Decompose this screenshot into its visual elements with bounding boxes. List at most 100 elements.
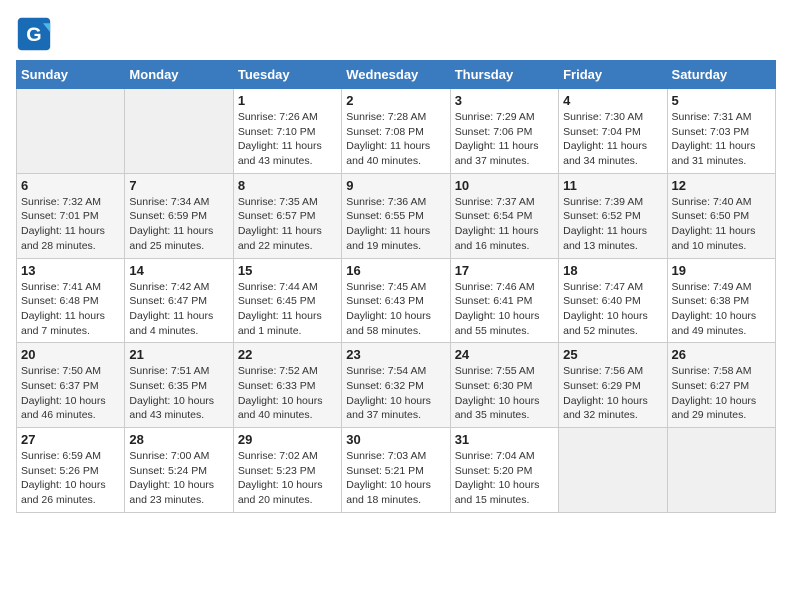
day-number: 6 [21,178,120,193]
calendar-cell: 29 Sunrise: 7:02 AMSunset: 5:23 PMDayligh… [233,428,341,513]
day-detail: Sunrise: 7:39 AMSunset: 6:52 PMDaylight:… [563,195,662,254]
calendar-week-5: 27 Sunrise: 6:59 AMSunset: 5:26 PMDayligh… [17,428,776,513]
day-number: 18 [563,263,662,278]
day-detail: Sunrise: 7:04 AMSunset: 5:20 PMDaylight:… [455,449,554,508]
day-detail: Sunrise: 7:46 AMSunset: 6:41 PMDaylight:… [455,280,554,339]
day-number: 23 [346,347,445,362]
svg-text:G: G [26,24,41,46]
calendar-table: SundayMondayTuesdayWednesdayThursdayFrid… [16,60,776,513]
day-detail: Sunrise: 7:00 AMSunset: 5:24 PMDaylight:… [129,449,228,508]
calendar-cell: 17Sunrise: 7:46 AMSunset: 6:41 PMDayligh… [450,258,558,343]
calendar-cell: 2Sunrise: 7:28 AMSunset: 7:08 PMDaylight… [342,89,450,174]
day-detail: Sunrise: 7:26 AMSunset: 7:10 PMDaylight:… [238,110,337,169]
calendar-cell: 6 Sunrise: 7:32 AMSunset: 7:01 PMDaylight… [17,173,125,258]
day-number: 3 [455,93,554,108]
day-detail: Sunrise: 7:03 AMSunset: 5:21 PMDaylight:… [346,449,445,508]
day-detail: Sunrise: 7:31 AMSunset: 7:03 PMDaylight:… [672,110,771,169]
day-detail: Sunrise: 7:34 AMSunset: 6:59 PMDaylight:… [129,195,228,254]
day-detail: Sunrise: 7:50 AMSunset: 6:37 PMDaylight:… [21,364,120,423]
calendar-cell [125,89,233,174]
calendar-week-3: 13Sunrise: 7:41 AMSunset: 6:48 PMDayligh… [17,258,776,343]
weekday-header-thursday: Thursday [450,61,558,89]
calendar-cell: 8 Sunrise: 7:35 AMSunset: 6:57 PMDaylight… [233,173,341,258]
calendar-cell: 30 Sunrise: 7:03 AMSunset: 5:21 PMDayligh… [342,428,450,513]
day-number: 13 [21,263,120,278]
calendar-cell [17,89,125,174]
day-detail: Sunrise: 7:44 AMSunset: 6:45 PMDaylight:… [238,280,337,339]
day-detail: Sunrise: 7:58 AMSunset: 6:27 PMDaylight:… [672,364,771,423]
day-number: 25 [563,347,662,362]
day-detail: Sunrise: 7:54 AMSunset: 6:32 PMDaylight:… [346,364,445,423]
day-detail: Sunrise: 7:29 AMSunset: 7:06 PMDaylight:… [455,110,554,169]
day-number: 20 [21,347,120,362]
day-number: 27 [21,432,120,447]
logo: G [16,16,56,52]
day-number: 8 [238,178,337,193]
day-detail: Sunrise: 7:51 AMSunset: 6:35 PMDaylight:… [129,364,228,423]
day-number: 16 [346,263,445,278]
day-detail: Sunrise: 7:49 AMSunset: 6:38 PMDaylight:… [672,280,771,339]
calendar-cell: 23 Sunrise: 7:54 AMSunset: 6:32 PMDayligh… [342,343,450,428]
day-number: 14 [129,263,228,278]
calendar-cell: 26 Sunrise: 7:58 AMSunset: 6:27 PMDayligh… [667,343,775,428]
day-number: 30 [346,432,445,447]
day-detail: Sunrise: 7:40 AMSunset: 6:50 PMDaylight:… [672,195,771,254]
calendar-cell: 7 Sunrise: 7:34 AMSunset: 6:59 PMDaylight… [125,173,233,258]
day-number: 31 [455,432,554,447]
day-detail: Sunrise: 7:28 AMSunset: 7:08 PMDaylight:… [346,110,445,169]
calendar-cell: 4Sunrise: 7:30 AMSunset: 7:04 PMDaylight… [559,89,667,174]
day-detail: Sunrise: 7:52 AMSunset: 6:33 PMDaylight:… [238,364,337,423]
day-number: 15 [238,263,337,278]
day-number: 29 [238,432,337,447]
calendar-cell: 31 Sunrise: 7:04 AMSunset: 5:20 PMDayligh… [450,428,558,513]
day-detail: Sunrise: 7:02 AMSunset: 5:23 PMDaylight:… [238,449,337,508]
calendar-cell: 27 Sunrise: 6:59 AMSunset: 5:26 PMDayligh… [17,428,125,513]
calendar-cell: 28 Sunrise: 7:00 AMSunset: 5:24 PMDayligh… [125,428,233,513]
day-number: 5 [672,93,771,108]
calendar-week-1: 1 Sunrise: 7:26 AMSunset: 7:10 PMDaylight… [17,89,776,174]
calendar-cell: 22 Sunrise: 7:52 AMSunset: 6:33 PMDayligh… [233,343,341,428]
day-detail: Sunrise: 7:36 AMSunset: 6:55 PMDaylight:… [346,195,445,254]
calendar-header-row: SundayMondayTuesdayWednesdayThursdayFrid… [17,61,776,89]
day-detail: Sunrise: 6:59 AMSunset: 5:26 PMDaylight:… [21,449,120,508]
day-detail: Sunrise: 7:37 AMSunset: 6:54 PMDaylight:… [455,195,554,254]
calendar-cell: 16Sunrise: 7:45 AMSunset: 6:43 PMDayligh… [342,258,450,343]
day-number: 21 [129,347,228,362]
day-number: 22 [238,347,337,362]
calendar-cell: 12 Sunrise: 7:40 AMSunset: 6:50 PMDayligh… [667,173,775,258]
calendar-cell: 11 Sunrise: 7:39 AMSunset: 6:52 PMDayligh… [559,173,667,258]
header: G [16,16,776,52]
logo-icon: G [16,16,52,52]
calendar-cell: 19 Sunrise: 7:49 AMSunset: 6:38 PMDayligh… [667,258,775,343]
calendar-week-2: 6 Sunrise: 7:32 AMSunset: 7:01 PMDaylight… [17,173,776,258]
calendar-cell: 1 Sunrise: 7:26 AMSunset: 7:10 PMDaylight… [233,89,341,174]
day-number: 12 [672,178,771,193]
calendar-cell: 3 Sunrise: 7:29 AMSunset: 7:06 PMDaylight… [450,89,558,174]
calendar-cell: 18Sunrise: 7:47 AMSunset: 6:40 PMDayligh… [559,258,667,343]
day-number: 28 [129,432,228,447]
day-number: 7 [129,178,228,193]
day-number: 11 [563,178,662,193]
weekday-header-monday: Monday [125,61,233,89]
day-detail: Sunrise: 7:56 AMSunset: 6:29 PMDaylight:… [563,364,662,423]
weekday-header-tuesday: Tuesday [233,61,341,89]
day-number: 10 [455,178,554,193]
day-number: 9 [346,178,445,193]
day-detail: Sunrise: 7:35 AMSunset: 6:57 PMDaylight:… [238,195,337,254]
day-detail: Sunrise: 7:32 AMSunset: 7:01 PMDaylight:… [21,195,120,254]
day-number: 4 [563,93,662,108]
calendar-cell: 21 Sunrise: 7:51 AMSunset: 6:35 PMDayligh… [125,343,233,428]
weekday-header-saturday: Saturday [667,61,775,89]
day-number: 1 [238,93,337,108]
calendar-cell [667,428,775,513]
day-detail: Sunrise: 7:55 AMSunset: 6:30 PMDaylight:… [455,364,554,423]
calendar-cell: 9 Sunrise: 7:36 AMSunset: 6:55 PMDaylight… [342,173,450,258]
calendar-cell: 20 Sunrise: 7:50 AMSunset: 6:37 PMDayligh… [17,343,125,428]
calendar-cell: 5 Sunrise: 7:31 AMSunset: 7:03 PMDaylight… [667,89,775,174]
weekday-header-friday: Friday [559,61,667,89]
weekday-header-wednesday: Wednesday [342,61,450,89]
day-number: 26 [672,347,771,362]
calendar-cell: 24Sunrise: 7:55 AMSunset: 6:30 PMDayligh… [450,343,558,428]
calendar-cell: 14Sunrise: 7:42 AMSunset: 6:47 PMDayligh… [125,258,233,343]
day-number: 19 [672,263,771,278]
